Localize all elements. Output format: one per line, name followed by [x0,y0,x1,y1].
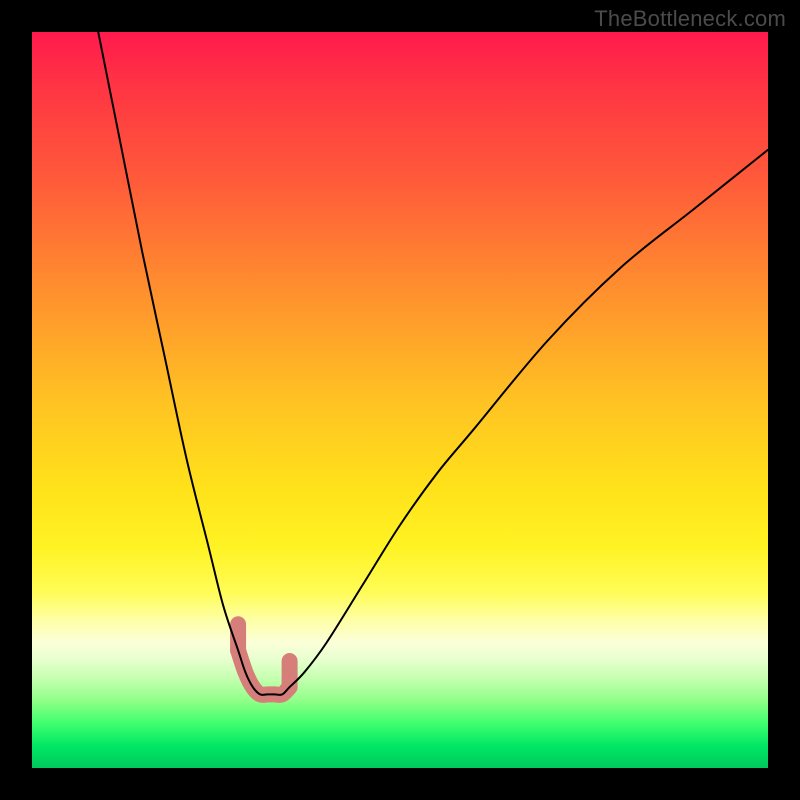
highlight-series [238,624,290,695]
plot-area [32,32,768,768]
curves-svg [32,32,768,768]
watermark-text: TheBottleneck.com [594,6,786,32]
bottleneck-curve [98,32,768,695]
chart-frame: TheBottleneck.com [0,0,800,800]
